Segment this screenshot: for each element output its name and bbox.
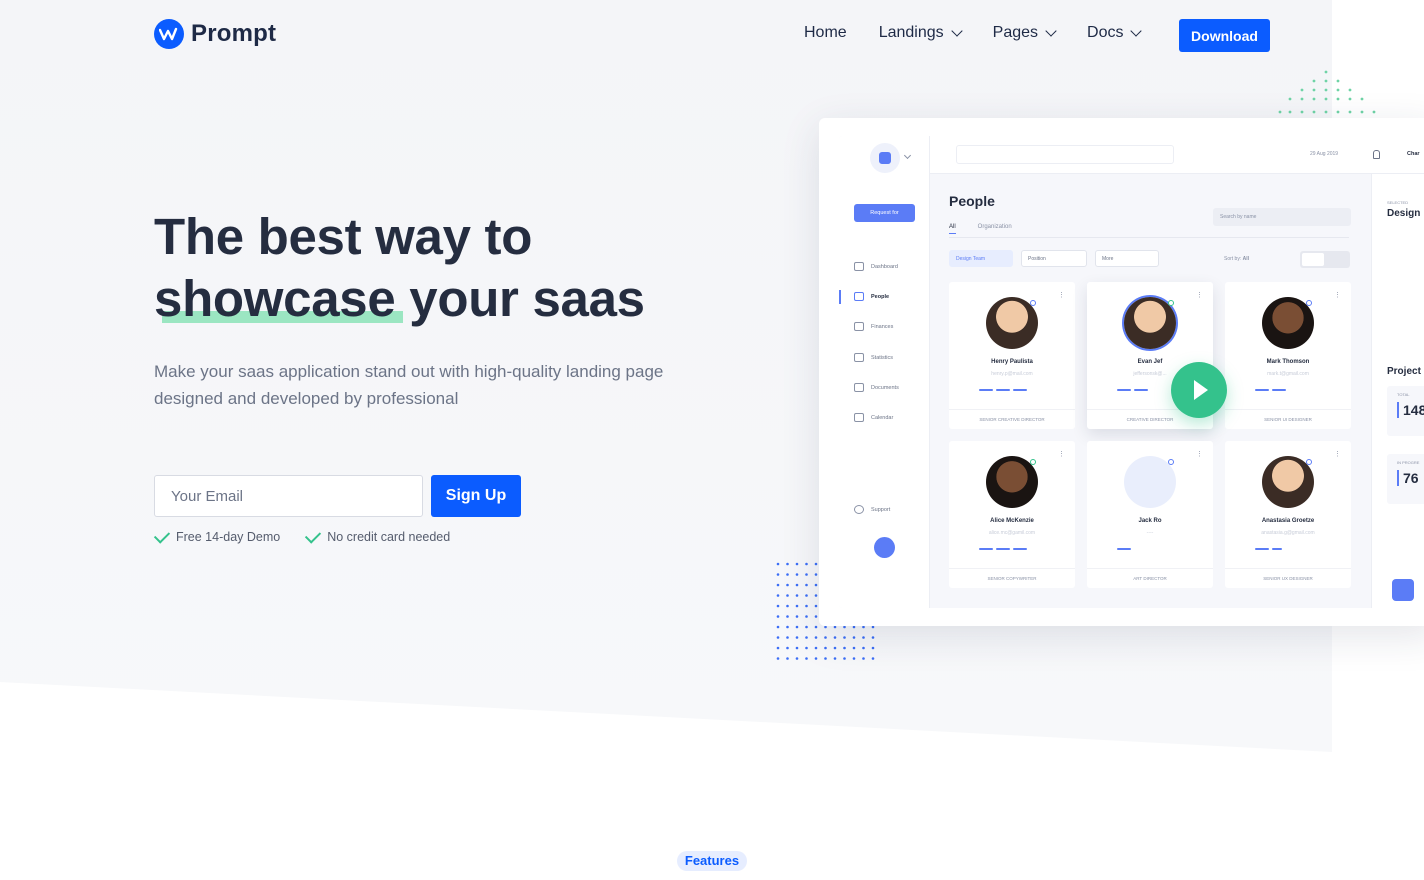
dashboard-sidebar: Request for Dashboard People Finances St…: [839, 136, 930, 608]
check-icon: [305, 526, 322, 544]
bell-icon[interactable]: [1373, 150, 1380, 159]
email-input[interactable]: [154, 475, 423, 517]
sort-by[interactable]: Sort by: All: [1224, 256, 1249, 262]
chevron-down-icon: [950, 24, 963, 37]
status-dot: [1168, 300, 1174, 306]
dashboard-icon: [854, 262, 864, 271]
top-search-input[interactable]: [956, 145, 1174, 164]
more-icon[interactable]: ⋮: [1334, 450, 1341, 458]
progress-bar: [971, 547, 1053, 551]
sidebar-item-people[interactable]: People: [854, 292, 889, 301]
grid-view-icon: [1302, 253, 1324, 266]
sidebar-item-dashboard[interactable]: Dashboard: [854, 262, 898, 271]
chevron-down-icon: [1130, 24, 1143, 37]
support-icon: [854, 505, 864, 514]
sidebar-item-documents[interactable]: Documents: [854, 383, 899, 392]
title-highlight: showcase: [154, 268, 404, 330]
calendar-icon: [854, 413, 864, 422]
logo-text: Prompt: [191, 20, 277, 47]
right-panel: SELECTED Design Project TOTAL 148 IN PRO…: [1371, 174, 1424, 608]
more-icon[interactable]: ⋮: [1334, 291, 1341, 299]
decorative-dots-green: [1278, 70, 1376, 114]
chevron-down-icon: [1045, 24, 1057, 37]
power-icon[interactable]: [874, 537, 895, 558]
page-title: People: [949, 193, 995, 209]
logo[interactable]: Prompt: [154, 19, 276, 49]
hero-title: The best way to showcase your saas: [154, 206, 754, 330]
divider: [949, 237, 1349, 238]
tab-organization[interactable]: Organization: [978, 224, 1012, 234]
features-badge: Features: [677, 851, 747, 871]
people-search-input[interactable]: Search by name: [1213, 208, 1351, 226]
nav-docs[interactable]: Docs: [1087, 24, 1143, 42]
hero-subtitle: Make your saas application stand out wit…: [154, 362, 664, 408]
more-icon[interactable]: ⋮: [1058, 291, 1065, 299]
filter-design-team[interactable]: Design Team: [949, 250, 1013, 267]
more-icon[interactable]: ⋮: [1196, 291, 1203, 299]
tab-all[interactable]: All: [949, 224, 956, 234]
more-icon[interactable]: ⋮: [1058, 450, 1065, 458]
finances-icon: [854, 322, 864, 331]
nav-home[interactable]: Home: [804, 24, 847, 42]
person-card[interactable]: ⋮ Alice McKenzie alice.mc@gamil.com SENI…: [949, 441, 1075, 588]
play-video-button[interactable]: [1171, 362, 1227, 418]
sidebar-item-statistics[interactable]: Statistics: [854, 353, 893, 362]
stat-in-progress: IN PROGRE 76: [1387, 454, 1424, 504]
filter-position[interactable]: Position: [1021, 250, 1087, 267]
progress-bar: [971, 388, 1053, 392]
person-card[interactable]: ⋮ Henry Paulista henry.p@mail.com SENIOR…: [949, 282, 1075, 429]
download-button[interactable]: Download: [1179, 19, 1270, 52]
filter-more[interactable]: More: [1095, 250, 1159, 267]
dashboard-preview: Request for Dashboard People Finances St…: [819, 118, 1424, 626]
view-toggle[interactable]: [1300, 251, 1350, 268]
stat-total: TOTAL 148: [1387, 386, 1424, 436]
status-dot: [1030, 300, 1036, 306]
progress-bar: [1109, 547, 1191, 551]
sidebar-item-calendar[interactable]: Calendar: [854, 413, 893, 422]
progress-bar: [1247, 547, 1329, 551]
documents-icon: [854, 383, 864, 392]
check-icon: [153, 526, 171, 544]
people-tabs: All Organization: [949, 224, 1012, 234]
more-icon[interactable]: ⋮: [1196, 450, 1203, 458]
status-dot: [1306, 459, 1312, 465]
logo-icon: [154, 19, 184, 49]
chevron-down-icon: [903, 151, 912, 160]
nav-landings[interactable]: Landings: [879, 24, 963, 42]
sidebar-item-finances[interactable]: Finances: [854, 322, 893, 331]
active-indicator: [839, 290, 841, 304]
nav-pages[interactable]: Pages: [993, 24, 1057, 42]
statistics-icon: [854, 353, 864, 362]
user-name[interactable]: Char: [1407, 151, 1420, 157]
app-logo-icon: [870, 143, 900, 173]
landing-page: Prompt Home Landings Pages Docs Download…: [0, 0, 1424, 880]
request-button[interactable]: Request for: [854, 204, 915, 222]
benefit-item: No credit card needed: [305, 526, 450, 544]
progress-bar: [1247, 388, 1329, 392]
dashboard-topbar: 29 Aug 2019 Char: [930, 136, 1424, 174]
sidebar-item-support[interactable]: Support: [854, 505, 890, 514]
benefit-item: Free 14-day Demo: [153, 526, 280, 544]
main-nav: Home Landings Pages Docs: [804, 24, 1172, 42]
person-card[interactable]: ⋮ Jack Ro ---- ART DIRECTOR: [1087, 441, 1213, 588]
date-label: 29 Aug 2019: [1310, 151, 1339, 157]
status-dot: [1030, 459, 1036, 465]
benefit-list: Free 14-day Demo No credit card needed: [153, 526, 450, 544]
person-card[interactable]: ⋮ Anastasia Groetze anastasia.g@gmail.co…: [1225, 441, 1351, 588]
signup-button[interactable]: Sign Up: [431, 475, 521, 517]
dashboard-app: Request for Dashboard People Finances St…: [839, 136, 1424, 608]
people-icon: [854, 292, 864, 301]
status-dot: [1306, 300, 1312, 306]
person-card[interactable]: ⋮ Mark Thomson mark.t@gmail.com SENIOR U…: [1225, 282, 1351, 429]
status-dot: [1168, 459, 1174, 465]
chat-icon[interactable]: [1392, 579, 1414, 601]
